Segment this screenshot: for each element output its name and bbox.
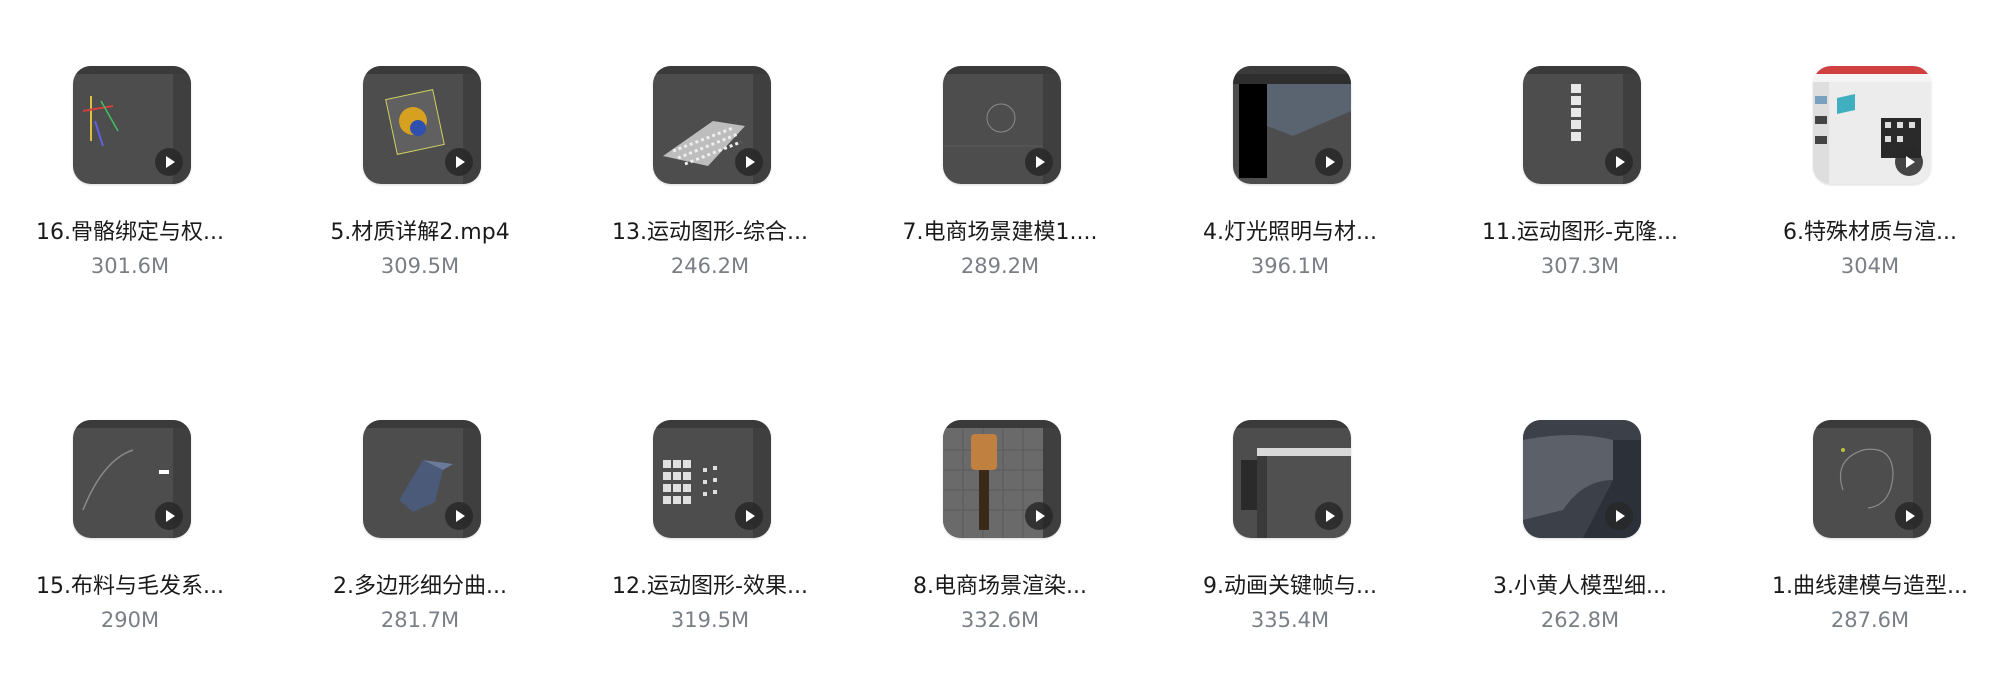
file-tile-6[interactable]: 11.运动图形-克隆... 307.3M [1436, 66, 1724, 306]
file-name: 9.动画关键帧与... [1203, 574, 1377, 599]
video-thumbnail[interactable] [1233, 420, 1351, 538]
file-size: 246.2M [670, 254, 750, 278]
file-size: 319.5M [670, 608, 750, 632]
video-thumbnail[interactable] [1233, 66, 1351, 184]
play-icon [1895, 148, 1923, 176]
video-thumbnail[interactable] [363, 66, 481, 184]
file-name: 16.骨骼绑定与权... [36, 220, 224, 245]
file-tile-14[interactable]: 1.曲线建模与造型... 287.6M [1726, 420, 2000, 660]
video-thumbnail[interactable] [653, 66, 771, 184]
file-name: 7.电商场景建模1.... [902, 220, 1098, 245]
file-name: 4.灯光照明与材... [1203, 220, 1377, 245]
file-name: 2.多边形细分曲... [333, 574, 507, 599]
play-icon [155, 148, 183, 176]
video-thumbnail[interactable] [73, 66, 191, 184]
file-tile-13[interactable]: 3.小黄人模型细... 262.8M [1436, 420, 1724, 660]
play-icon [1025, 502, 1053, 530]
file-size: 304M [1840, 254, 1900, 278]
file-size: 332.6M [960, 608, 1040, 632]
file-tile-8[interactable]: 15.布料与毛发系... 290M [0, 420, 274, 660]
video-thumbnail[interactable] [363, 420, 481, 538]
play-icon [155, 502, 183, 530]
file-size: 287.6M [1830, 608, 1910, 632]
file-size: 307.3M [1540, 254, 1620, 278]
play-icon [1025, 148, 1053, 176]
video-thumbnail[interactable] [1523, 66, 1641, 184]
file-tile-9[interactable]: 2.多边形细分曲... 281.7M [276, 420, 564, 660]
file-size: 289.2M [960, 254, 1040, 278]
file-tile-12[interactable]: 9.动画关键帧与... 335.4M [1146, 420, 1434, 660]
file-name: 8.电商场景渲染... [913, 574, 1087, 599]
play-icon [445, 502, 473, 530]
video-thumbnail[interactable] [1813, 420, 1931, 538]
file-tile-4[interactable]: 7.电商场景建模1.... 289.2M [856, 66, 1144, 306]
file-size: 309.5M [380, 254, 460, 278]
play-icon [1605, 502, 1633, 530]
file-tile-2[interactable]: 5.材质详解2.mp4 309.5M [276, 66, 564, 306]
file-size: 262.8M [1540, 608, 1620, 632]
play-icon [1605, 148, 1633, 176]
file-size: 335.4M [1250, 608, 1330, 632]
file-tile-5[interactable]: 4.灯光照明与材... 396.1M [1146, 66, 1434, 306]
file-tile-1[interactable]: 16.骨骼绑定与权... 301.6M [0, 66, 274, 306]
file-tile-10[interactable]: 12.运动图形-效果... 319.5M [566, 420, 854, 660]
video-thumbnail[interactable] [1523, 420, 1641, 538]
video-thumbnail[interactable] [1813, 66, 1931, 184]
file-size: 396.1M [1250, 254, 1330, 278]
file-name: 12.运动图形-效果... [612, 574, 808, 599]
file-grid: 16.骨骼绑定与权... 301.6M 5.材质详解2.mp4 309.5M 1… [0, 0, 2000, 674]
play-icon [735, 502, 763, 530]
file-name: 6.特殊材质与渲... [1783, 220, 1957, 245]
play-icon [1315, 502, 1343, 530]
file-name: 13.运动图形-综合... [612, 220, 808, 245]
file-size: 290M [100, 608, 160, 632]
video-thumbnail[interactable] [653, 420, 771, 538]
file-size: 301.6M [90, 254, 170, 278]
file-name: 15.布料与毛发系... [36, 574, 224, 599]
file-name: 3.小黄人模型细... [1493, 574, 1667, 599]
file-name: 11.运动图形-克隆... [1482, 220, 1678, 245]
file-name: 5.材质详解2.mp4 [330, 220, 510, 245]
file-tile-7[interactable]: 6.特殊材质与渲... 304M [1726, 66, 2000, 306]
play-icon [735, 148, 763, 176]
video-thumbnail[interactable] [943, 66, 1061, 184]
play-icon [1315, 148, 1343, 176]
file-tile-11[interactable]: 8.电商场景渲染... 332.6M [856, 420, 1144, 660]
file-size: 281.7M [380, 608, 460, 632]
video-thumbnail[interactable] [943, 420, 1061, 538]
file-name: 1.曲线建模与造型... [1772, 574, 1968, 599]
play-icon [1895, 502, 1923, 530]
file-tile-3[interactable]: 13.运动图形-综合... 246.2M [566, 66, 854, 306]
play-icon [445, 148, 473, 176]
video-thumbnail[interactable] [73, 420, 191, 538]
